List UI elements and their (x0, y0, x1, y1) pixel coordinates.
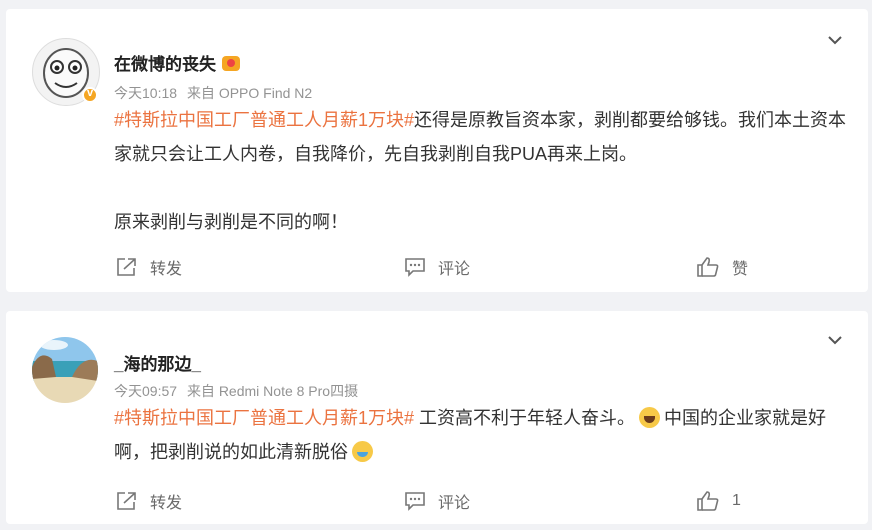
verified-badge-icon (82, 87, 98, 103)
chevron-down-icon[interactable] (828, 33, 842, 47)
share-icon (117, 258, 136, 276)
author-name[interactable]: 在微博的丧失 (114, 55, 216, 74)
comment-label: 评论 (438, 261, 471, 278)
post-text-line: 原来剥削与剥削是不同的啊！ (114, 212, 348, 232)
crying-laughing-emoji-icon (352, 441, 373, 462)
share-icon (117, 492, 136, 510)
repost-button[interactable]: 转发 (116, 253, 182, 281)
like-count: 1 (732, 492, 741, 509)
action-bar: 转发 评论 赞 (6, 253, 868, 281)
hashtag-link[interactable]: #特斯拉中国工厂普通工人月薪1万块# (114, 408, 414, 428)
comment-icon (405, 492, 425, 511)
comment-button[interactable]: 评论 (404, 253, 470, 281)
post-text: #特斯拉中国工厂普通工人月薪1万块# 工资高不利于年轻人奋斗。 中国的企业家就是好… (114, 401, 849, 469)
fan-badge-icon (222, 56, 240, 71)
post-source: 来自 OPPO Find N2 (186, 85, 313, 101)
post-meta: 今天09:57 来自 Redmi Note 8 Pro四摄 (114, 381, 364, 401)
post-source: 来自 Redmi Note 8 Pro四摄 (186, 383, 359, 399)
post-text: #特斯拉中国工厂普通工人月薪1万块#还得是原教旨资本家，剥削都要给够钱。我们本土… (114, 103, 849, 239)
repost-button[interactable]: 转发 (116, 487, 182, 515)
repost-label: 转发 (150, 261, 183, 278)
post-card: _海的那边_ 今天09:57 来自 Redmi Note 8 Pro四摄 #特斯… (6, 311, 868, 524)
avatar[interactable] (32, 337, 98, 403)
laughing-emoji-icon (639, 407, 661, 428)
comment-button[interactable]: 评论 (404, 487, 470, 515)
repost-label: 转发 (150, 495, 183, 512)
action-bar: 转发 评论 1 (6, 487, 868, 515)
post-meta: 今天10:18 来自 OPPO Find N2 (114, 83, 318, 103)
comment-label: 评论 (438, 495, 471, 512)
post-time[interactable]: 今天09:57 (114, 383, 177, 399)
post-card: 在微博的丧失 今天10:18 来自 OPPO Find N2 #特斯拉中国工厂普… (6, 9, 868, 292)
thumbs-up-icon (697, 257, 719, 277)
chevron-down-icon[interactable] (828, 333, 842, 347)
thumbs-up-icon (697, 491, 719, 511)
like-button[interactable]: 1 (696, 487, 741, 515)
author-name[interactable]: _海的那边_ (114, 355, 201, 374)
comment-icon (405, 258, 425, 277)
like-label: 赞 (732, 261, 749, 278)
post-text-segment: 工资高不利于年轻人奋斗。 (414, 408, 636, 428)
like-button[interactable]: 赞 (696, 253, 748, 281)
hashtag-link[interactable]: #特斯拉中国工厂普通工人月薪1万块# (114, 110, 414, 130)
post-time[interactable]: 今天10:18 (114, 85, 177, 101)
